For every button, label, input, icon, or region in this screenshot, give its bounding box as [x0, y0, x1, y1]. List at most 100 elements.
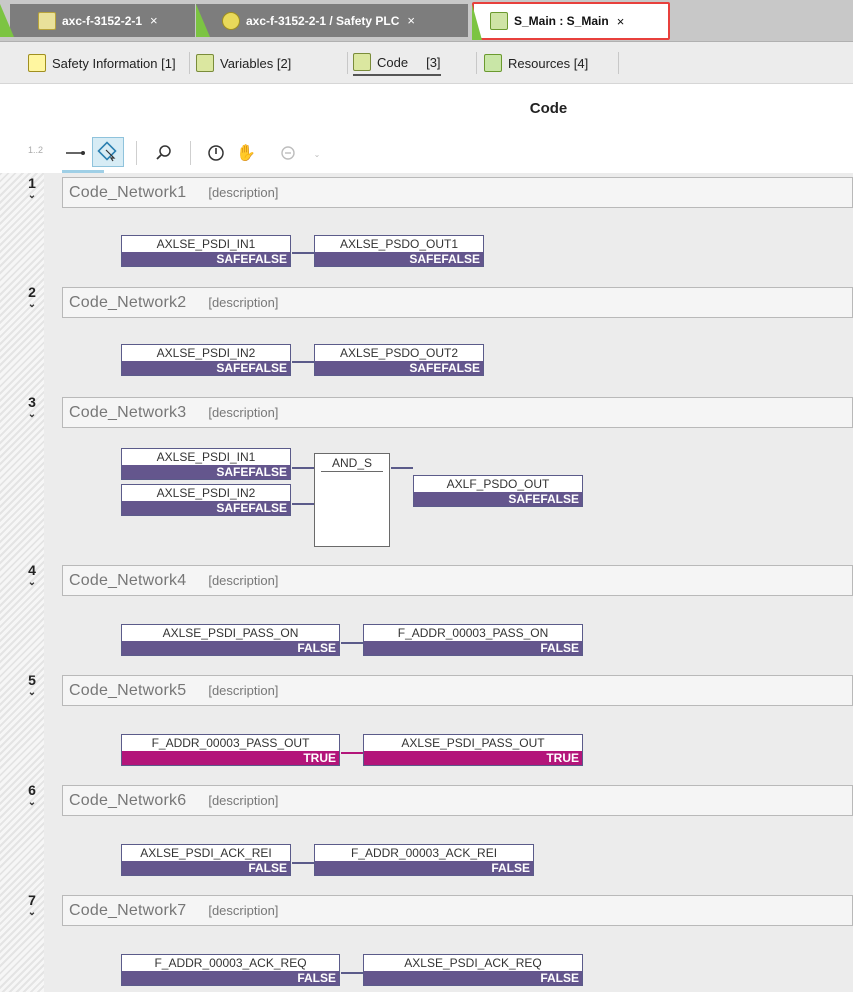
- network-number[interactable]: 1 ⌄: [22, 176, 42, 201]
- variable-name: AXLSE_PSDI_IN2: [156, 486, 256, 500]
- connection-wire: [292, 361, 314, 363]
- output-variable[interactable]: F_ADDR_00003_PASS_ON FALSE: [363, 624, 583, 656]
- variable-value: FALSE: [122, 861, 290, 875]
- tab-safety-plc[interactable]: axc-f-3152-2-1 / Safety PLC ×: [196, 4, 468, 37]
- editor-tab-bar: axc-f-3152-2-1 × axc-f-3152-2-1 / Safety…: [0, 0, 853, 42]
- network-number[interactable]: 5 ⌄: [22, 672, 42, 698]
- search-icon[interactable]: [152, 141, 176, 165]
- close-icon[interactable]: ×: [407, 13, 415, 28]
- network-header[interactable]: Code_Network6 [description]: [62, 785, 853, 816]
- variable-value: SAFEFALSE: [414, 492, 582, 506]
- separator: [190, 141, 191, 165]
- chevron-down-icon: ⌄: [27, 687, 37, 698]
- variable-name: AXLSE_PSDI_ACK_REQ: [404, 956, 542, 970]
- resources-icon: [484, 54, 502, 72]
- safety-info-icon: [28, 54, 46, 72]
- network-name: Code_Network6: [69, 791, 187, 809]
- network-description: [description]: [208, 683, 279, 698]
- network-description: [description]: [208, 185, 279, 200]
- tab-accent: [0, 4, 14, 37]
- network-number-label: 2: [28, 284, 36, 300]
- input-variable[interactable]: AXLSE_PSDI_PASS_ON FALSE: [121, 624, 340, 656]
- close-icon[interactable]: ×: [150, 13, 158, 28]
- tab-label: axc-f-3152-2-1 / Safety PLC: [246, 13, 400, 28]
- network-number[interactable]: 3 ⌄: [22, 395, 42, 420]
- variable-name: F_ADDR_00003_ACK_REI: [350, 846, 498, 860]
- input-variable[interactable]: AXLSE_PSDI_IN1 SAFEFALSE: [121, 235, 291, 267]
- network-number[interactable]: 2 ⌄: [22, 284, 42, 310]
- network-header[interactable]: Code_Network1 [description]: [62, 177, 853, 208]
- subtab-label: Safety Information [1]: [52, 55, 176, 71]
- variable-name: AXLSE_PSDO_OUT2: [339, 346, 459, 360]
- subtab-code[interactable]: Code [3]: [353, 50, 441, 76]
- tab-controller[interactable]: axc-f-3152-2-1 ×: [0, 4, 195, 37]
- subtab-variables[interactable]: Variables [2]: [196, 50, 291, 76]
- code-toolbar: 1..2 ✋ ⌄: [0, 133, 853, 173]
- input-variable[interactable]: AXLSE_PSDI_IN2 SAFEFALSE: [121, 484, 291, 516]
- program-icon: [490, 12, 508, 30]
- network-number-label: 6: [28, 782, 36, 798]
- controller-icon: [38, 11, 56, 30]
- network-description: [description]: [208, 573, 279, 588]
- variable-name: AXLSE_PSDI_PASS_OUT: [401, 736, 545, 750]
- chevron-down-icon: ⌄: [27, 577, 37, 588]
- input-variable[interactable]: F_ADDR_00003_PASS_OUT TRUE: [121, 734, 340, 766]
- network-description: [description]: [208, 793, 279, 808]
- network-number-label: 5: [28, 672, 36, 688]
- hand-icon[interactable]: ✋: [234, 141, 258, 165]
- line-numbers-button[interactable]: 1..2: [28, 145, 43, 155]
- variable-name: AXLSE_PSDI_PASS_ON: [162, 626, 299, 640]
- output-variable[interactable]: F_ADDR_00003_ACK_REI FALSE: [314, 844, 534, 876]
- variable-value: FALSE: [364, 641, 582, 655]
- select-tool-icon[interactable]: [92, 137, 124, 167]
- variables-icon: [196, 54, 214, 72]
- output-variable[interactable]: AXLSE_PSDO_OUT1 SAFEFALSE: [314, 235, 484, 267]
- separator: [136, 141, 137, 165]
- input-variable[interactable]: AXLSE_PSDI_IN1 SAFEFALSE: [121, 448, 291, 480]
- network-description: [description]: [208, 903, 279, 918]
- network-header[interactable]: Code_Network3 [description]: [62, 397, 853, 428]
- output-variable[interactable]: AXLSE_PSDO_OUT2 SAFEFALSE: [314, 344, 484, 376]
- input-variable[interactable]: F_ADDR_00003_ACK_REQ FALSE: [121, 954, 340, 986]
- network-number[interactable]: 6 ⌄: [22, 782, 42, 808]
- variable-value: TRUE: [122, 751, 339, 765]
- network-header[interactable]: Code_Network7 [description]: [62, 895, 853, 926]
- variable-value: SAFEFALSE: [122, 465, 290, 479]
- network-name: Code_Network3: [69, 403, 187, 421]
- connection-wire: [292, 252, 314, 254]
- network-header[interactable]: Code_Network2 [description]: [62, 287, 853, 318]
- subtab-resources[interactable]: Resources [4]: [484, 50, 588, 76]
- variable-value: SAFEFALSE: [122, 501, 290, 515]
- separator: [476, 52, 477, 74]
- input-variable[interactable]: AXLSE_PSDI_IN2 SAFEFALSE: [121, 344, 291, 376]
- subtab-index: [3]: [426, 54, 441, 70]
- variable-value: TRUE: [364, 751, 582, 765]
- code-canvas[interactable]: 1 ⌄ Code_Network1 [description] AXLSE_PSD…: [0, 173, 853, 992]
- close-icon[interactable]: ×: [617, 14, 625, 29]
- network-name: Code_Network1: [69, 183, 187, 201]
- variable-value: SAFEFALSE: [315, 361, 483, 375]
- output-variable[interactable]: AXLF_PSDO_OUT SAFEFALSE: [413, 475, 583, 507]
- subtab-label: Variables [2]: [220, 55, 292, 71]
- chevron-down-icon[interactable]: ⌄: [312, 149, 322, 159]
- subtab-safety-information[interactable]: Safety Information [1]: [28, 50, 176, 76]
- network-number[interactable]: 7 ⌄: [22, 893, 42, 918]
- variable-value: SAFEFALSE: [122, 361, 290, 375]
- chevron-down-icon: ⌄: [27, 907, 37, 918]
- network-header[interactable]: Code_Network4 [description]: [62, 565, 853, 596]
- tab-s-main[interactable]: S_Main : S_Main ×: [472, 2, 670, 40]
- chevron-down-icon: ⌄: [27, 797, 37, 808]
- network-number[interactable]: 4 ⌄: [22, 562, 42, 588]
- connect-line-icon[interactable]: [62, 141, 88, 165]
- output-variable[interactable]: AXLSE_PSDI_PASS_OUT TRUE: [363, 734, 583, 766]
- network-number-label: 4: [28, 562, 36, 578]
- power-icon[interactable]: [204, 141, 228, 165]
- network-name: Code_Network5: [69, 681, 187, 699]
- network-header[interactable]: Code_Network5 [description]: [62, 675, 853, 706]
- output-variable[interactable]: AXLSE_PSDI_ACK_REQ FALSE: [363, 954, 583, 986]
- chevron-down-icon: ⌄: [27, 409, 37, 420]
- refresh-icon[interactable]: [276, 141, 300, 165]
- function-block-and-s[interactable]: AND_S: [314, 453, 390, 547]
- input-variable[interactable]: AXLSE_PSDI_ACK_REI FALSE: [121, 844, 291, 876]
- connection-wire: [341, 642, 363, 644]
